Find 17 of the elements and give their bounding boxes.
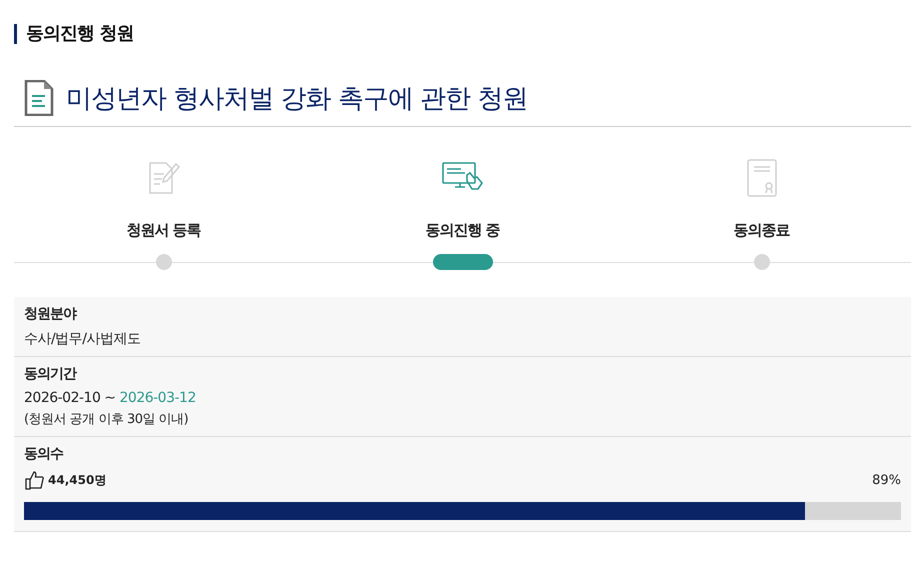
step-label: 동의종료	[734, 221, 790, 240]
step-label: 동의진행 중	[425, 221, 500, 240]
end-date: 2026-03-12	[120, 390, 196, 406]
thumbs-up-icon	[24, 470, 44, 490]
start-date: 2026-02-10 ~	[24, 390, 116, 406]
period-note: (청원서 공개 이후 30일 이내)	[24, 411, 190, 428]
section-title: 동의진행 청원	[14, 24, 911, 44]
field-label: 동의기간	[24, 365, 78, 383]
field-label: 동의수	[24, 445, 64, 463]
agree-count: 44,450명	[48, 472, 106, 488]
step-label: 청원서 등록	[126, 221, 201, 240]
certificate-icon	[744, 158, 778, 198]
petition-title: 미성년자 형사처벌 강화 촉구에 관한 청원	[66, 82, 528, 116]
percent-value: 89%	[872, 472, 901, 488]
field-value: 수사/법무/사법제도	[24, 330, 142, 348]
field-label: 청원분야	[24, 305, 78, 323]
document-icon	[24, 80, 54, 116]
